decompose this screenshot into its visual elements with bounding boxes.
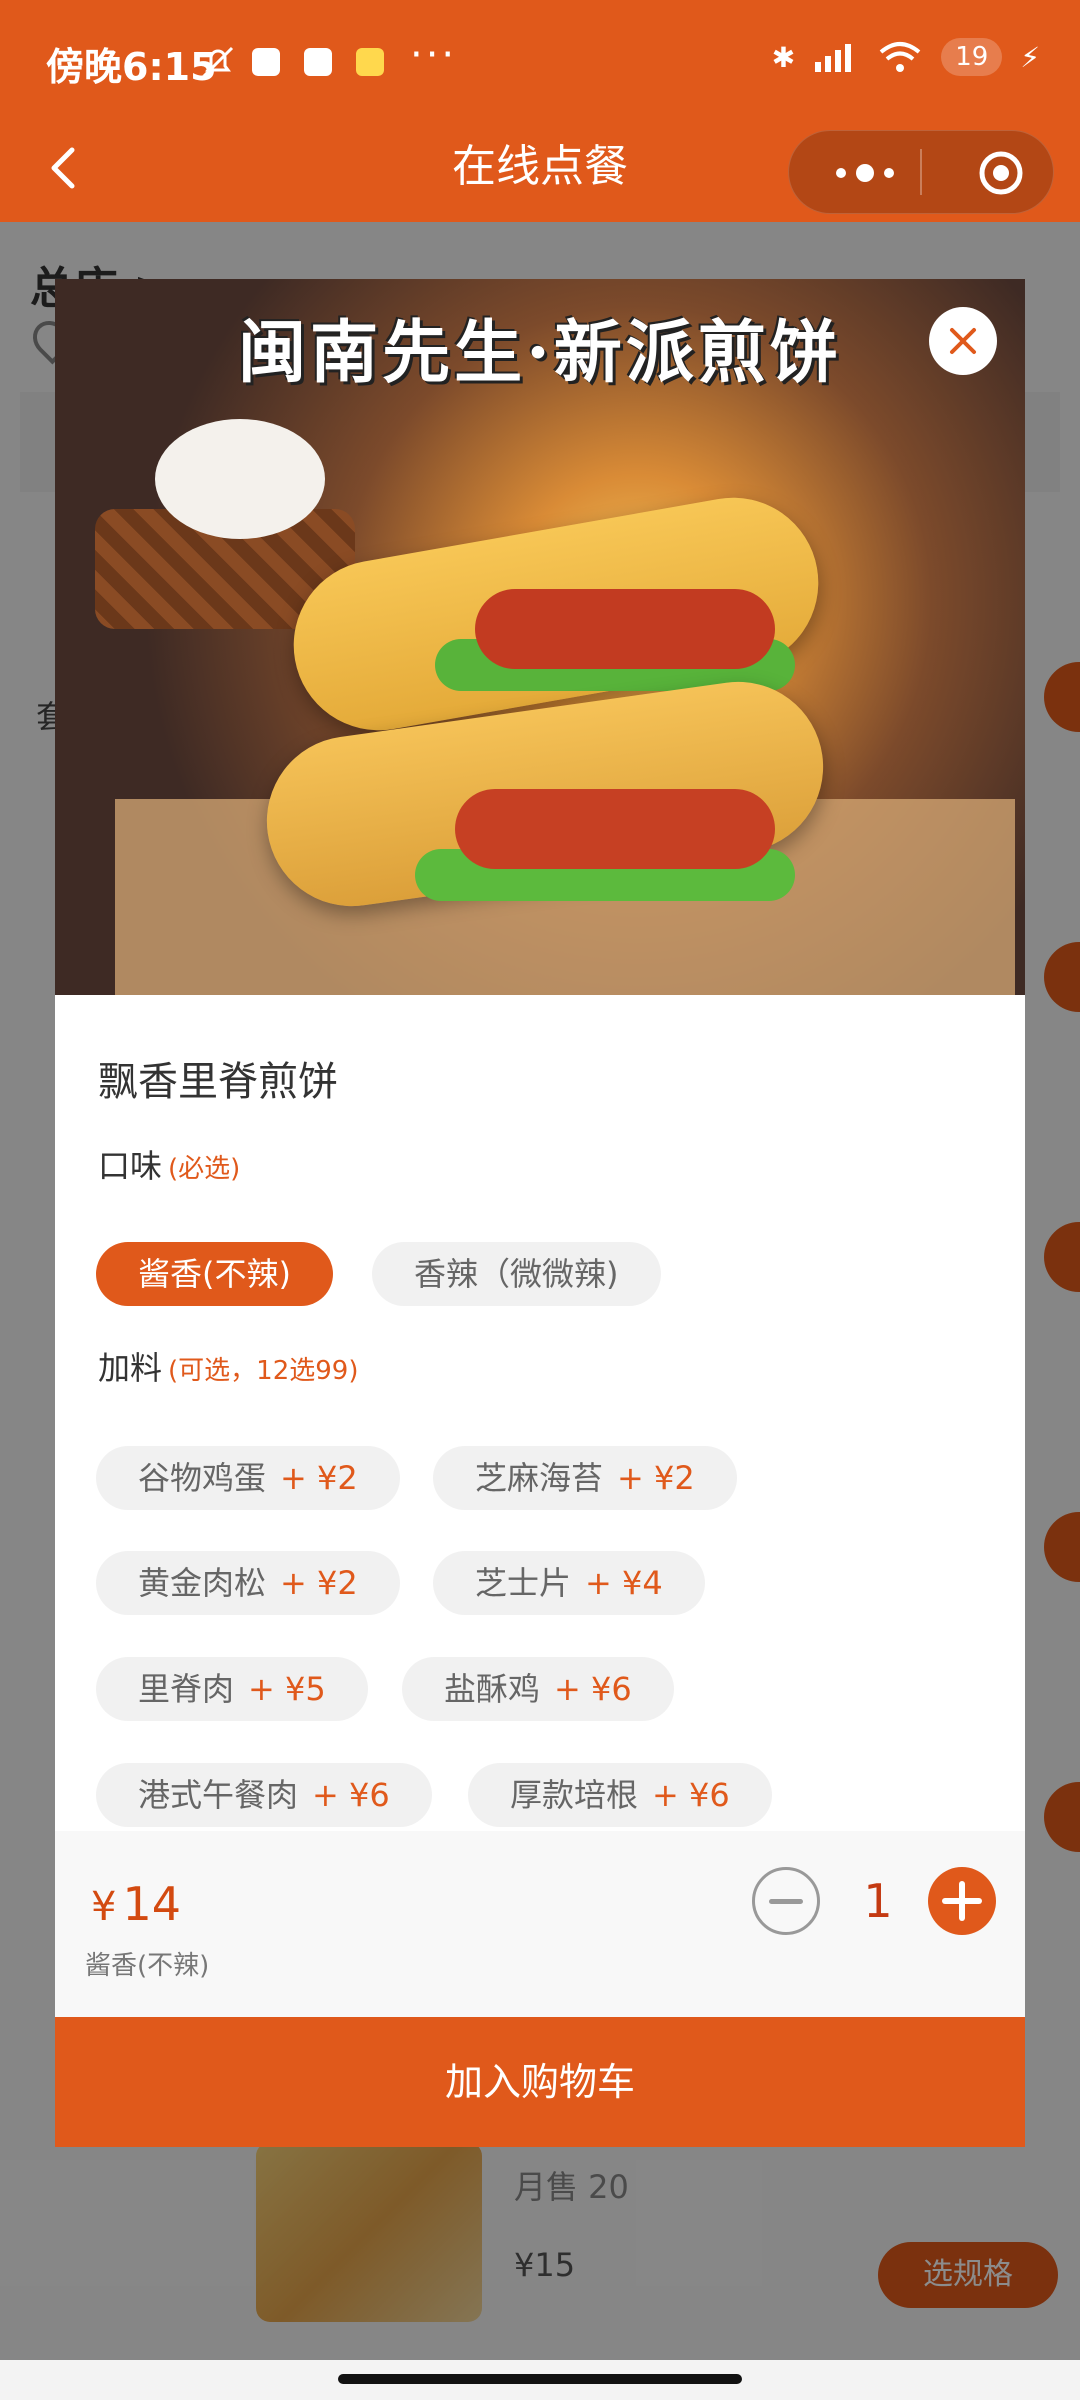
close-button[interactable] [929,307,997,375]
toppings-section-title: 加料 (可选，12选99) [98,1343,358,1389]
topping-name: 港式午餐肉 [138,1776,299,1814]
capsule-divider [920,149,922,195]
mini-program-capsule [788,130,1054,214]
price-value: 14 [122,1877,181,1931]
product-image: 闽南先生·新派煎饼 [55,279,1025,995]
topping-option[interactable]: 里脊肉 + ¥5 [96,1657,368,1721]
topping-name: 黄金肉松 [138,1564,267,1602]
target-icon[interactable] [977,149,1025,197]
topping-name: 芝士片 [475,1564,572,1602]
topping-option[interactable]: 芝士片 + ¥4 [433,1551,705,1615]
price-bar: ¥14 酱香(不辣) 1 [55,1831,1025,2017]
topping-name: 盐酥鸡 [444,1670,541,1708]
flavor-label: 口味 [98,1147,163,1185]
meat-top [475,589,775,669]
status-bar: 傍晚6:15 ··· ✱ 19 ⚡ [0,0,1080,120]
top-bar: 傍晚6:15 ··· ✱ 19 ⚡ 在线点餐 [0,0,1080,222]
status-time: 傍晚6:15 [46,45,217,89]
topping-name: 谷物鸡蛋 [138,1459,267,1497]
nav-bar: 在线点餐 [0,120,1080,222]
increase-quantity-button[interactable] [928,1867,996,1935]
topping-name: 里脊肉 [138,1670,235,1708]
topping-option[interactable]: 港式午餐肉 + ¥6 [96,1763,432,1827]
close-icon [950,328,976,354]
egg-decoration [155,419,325,539]
flavor-note: (必选) [168,1154,241,1184]
add-to-cart-button[interactable]: 加入购物车 [55,2017,1025,2147]
topping-price: + ¥4 [585,1564,663,1602]
topping-option[interactable]: 盐酥鸡 + ¥6 [402,1657,674,1721]
mute-bell-icon [202,46,234,78]
decrease-quantity-button[interactable] [752,1867,820,1935]
quantity-value: 1 [863,1874,893,1928]
wifi-icon [879,42,921,72]
home-indicator-bar [0,2360,1080,2400]
total-price: ¥14 [91,1877,181,1931]
signal-icon [815,44,852,72]
topping-price: + ¥6 [312,1776,390,1814]
meat-bottom [455,789,775,869]
topping-price: + ¥2 [617,1459,695,1497]
topping-price: + ¥6 [652,1776,730,1814]
bluetooth-icon: ✱ [771,40,796,74]
app-notification-icon [356,48,384,76]
flavor-option[interactable]: 香辣（微微辣) [372,1242,661,1306]
charging-icon: ⚡ [1020,40,1040,74]
product-name: 飘香里脊煎饼 [98,1059,338,1105]
flavor-option-selected[interactable]: 酱香(不辣) [96,1242,333,1306]
battery-indicator: 19 [941,38,1003,76]
toppings-note: (可选，12选99) [168,1356,359,1386]
topping-option[interactable]: 谷物鸡蛋 + ¥2 [96,1446,400,1510]
topping-name: 厚款培根 [510,1776,639,1814]
topping-price: + ¥2 [280,1564,358,1602]
topping-price: + ¥5 [248,1670,326,1708]
topping-price: + ¥2 [280,1459,358,1497]
topping-price: + ¥6 [554,1670,632,1708]
topping-option[interactable]: 黄金肉松 + ¥2 [96,1551,400,1615]
home-indicator[interactable] [338,2374,742,2384]
status-more: ··· [410,32,458,78]
app-notification-icon [304,48,332,76]
status-right: ✱ 19 ⚡ [772,38,1040,76]
topping-option[interactable]: 芝麻海苔 + ¥2 [433,1446,737,1510]
toppings-label: 加料 [98,1349,163,1387]
more-dots-icon[interactable] [825,153,905,193]
selected-spec: 酱香(不辣) [85,1951,210,1981]
flavor-section-title: 口味 (必选) [98,1141,240,1187]
currency-symbol: ¥ [91,1884,117,1930]
product-option-dialog: 闽南先生·新派煎饼 飘香里脊煎饼 口味 (必选) 酱香(不辣) 香辣（微微辣) 加… [55,279,1025,2147]
app-notification-icon [252,48,280,76]
topping-name: 芝麻海苔 [475,1459,604,1497]
hero-title: 闽南先生·新派煎饼 [238,313,842,393]
flavor-option-label: 酱香(不辣) [138,1255,291,1293]
topping-option[interactable]: 厚款培根 + ¥6 [468,1763,772,1827]
flavor-option-label: 香辣（微微辣) [414,1255,619,1293]
